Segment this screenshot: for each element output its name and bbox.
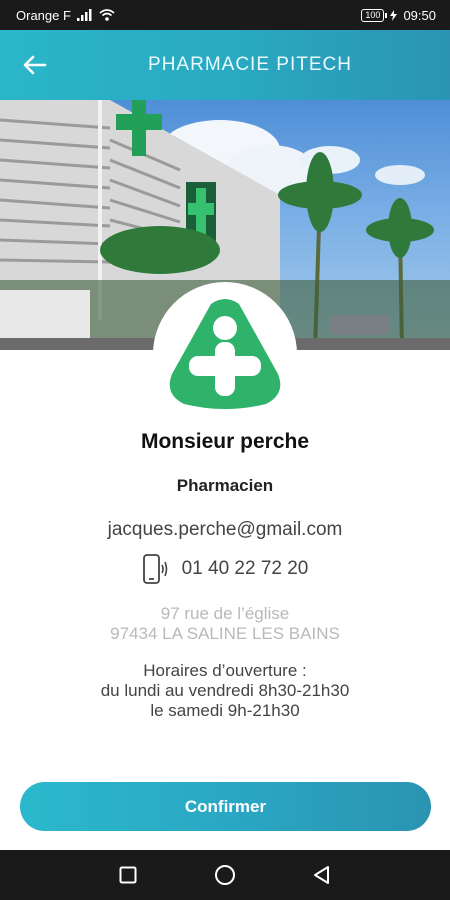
battery-icon: 100 [361,8,388,22]
recents-button[interactable] [108,855,148,895]
phone-row[interactable]: 01 40 22 72 20 [0,553,450,585]
hours-weekdays: du lundi au vendredi 8h30-21h30 [100,681,350,700]
hours-title: Horaires d’ouverture : [143,661,307,680]
clock: 09:50 [403,7,436,23]
confirm-button[interactable]: Confirmer [20,782,431,831]
pharmacist-role: Pharmacien [176,476,274,495]
signal-icon [76,9,92,21]
page-title: PHARMACIE PITECH [148,54,352,75]
triangle-back-icon [313,866,329,884]
carrier-label: Orange F [16,7,71,23]
pharmacist-name: Monsieur perche [140,430,310,453]
system-nav-bar [0,850,450,900]
battery-level: 100 [365,10,381,20]
charging-icon [390,9,398,21]
status-bar: Orange F 100 09:50 [0,0,450,30]
wifi-icon [99,9,115,21]
pharmacy-logo [153,282,297,426]
app-bar: PHARMACIE PITECH [0,30,450,100]
address-line-1: 97 rue de l’église [160,604,290,623]
circle-icon [214,865,235,885]
phone-number: 01 40 22 72 20 [181,558,309,579]
opening-hours: Horaires d’ouverture : du lundi au vendr… [0,661,450,721]
square-icon [119,866,137,884]
pharmacy-cross-icon [169,299,281,409]
email-link[interactable]: jacques.perche@gmail.com [0,519,450,541]
hours-saturday: le samedi 9h-21h30 [150,701,300,720]
address: 97 rue de l’église 97434 LA SALINE LES B… [0,604,450,644]
home-button[interactable] [205,855,245,895]
address-line-2: 97434 LA SALINE LES BAINS [110,624,340,643]
phone-call-icon [142,554,167,584]
back-nav-button[interactable] [302,855,342,895]
